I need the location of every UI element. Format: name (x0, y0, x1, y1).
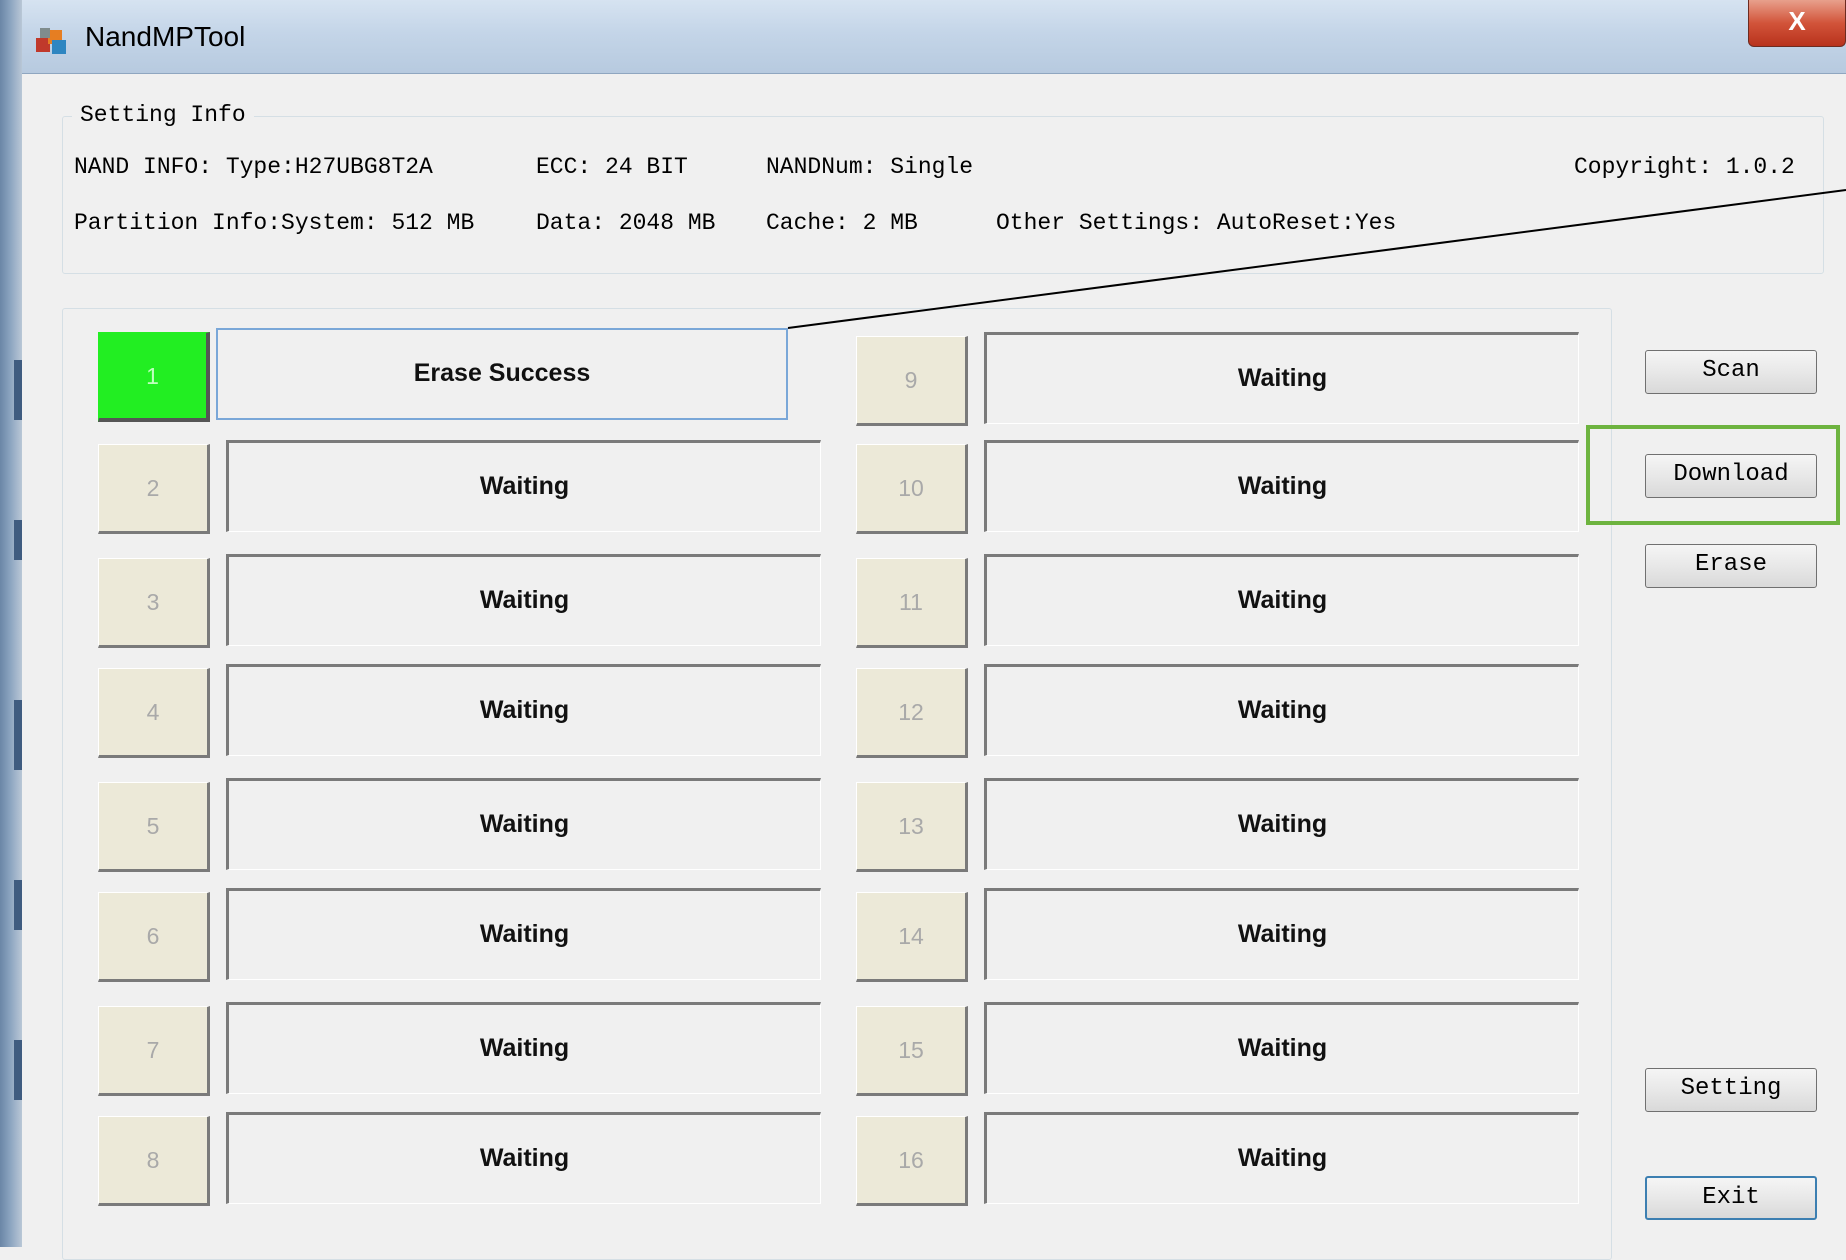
annotation-pointer-line (787, 189, 1846, 329)
